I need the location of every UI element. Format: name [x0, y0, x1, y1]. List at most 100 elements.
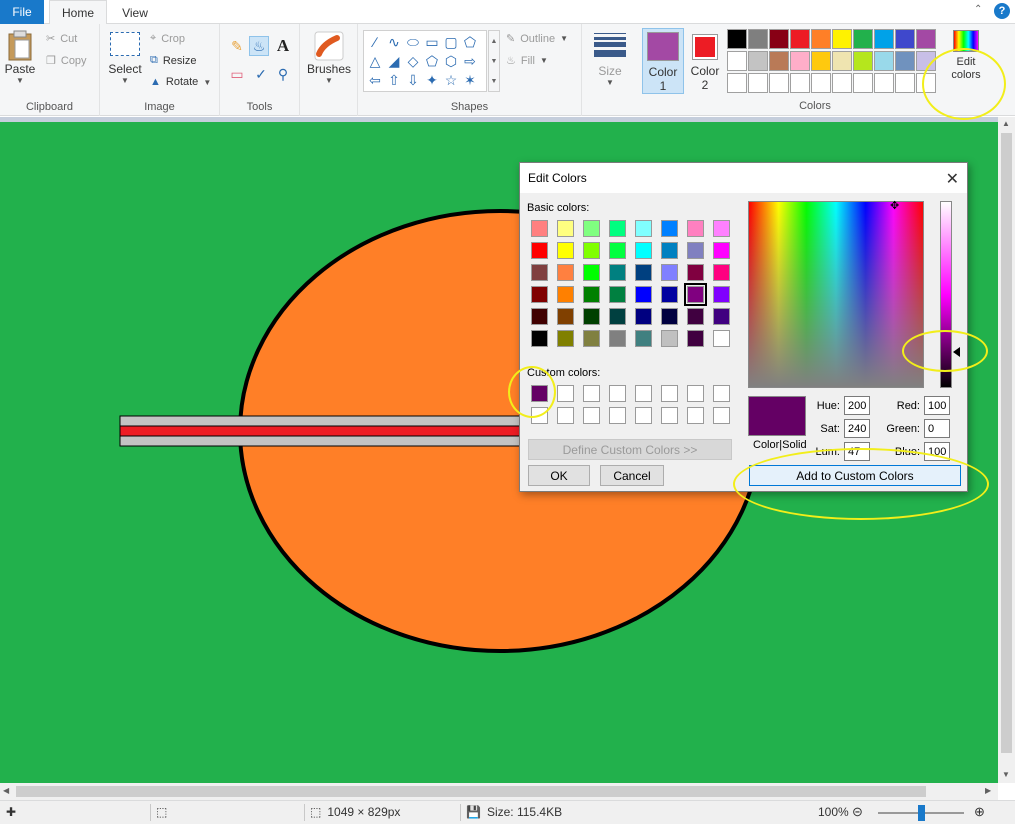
custom-color-cell[interactable]	[687, 407, 704, 424]
palette-color-cell[interactable]	[853, 29, 873, 49]
basic-color-cell[interactable]	[713, 220, 730, 237]
fill-dropdown-icon[interactable]: ▼	[540, 56, 548, 65]
expand-gallery-icon[interactable]: ▼	[491, 78, 498, 85]
scroll-left-arrow-icon[interactable]: ◀	[3, 786, 9, 795]
basic-color-cell[interactable]	[661, 330, 678, 347]
scroll-up-arrow-icon[interactable]: ▲	[1002, 119, 1010, 128]
basic-color-cell[interactable]	[531, 330, 548, 347]
paste-button[interactable]: Paste ▼	[4, 30, 36, 85]
luminosity-arrow-icon[interactable]	[953, 347, 960, 357]
basic-color-cell[interactable]	[609, 308, 626, 325]
vertical-scroll-thumb[interactable]	[1001, 133, 1012, 753]
select-button[interactable]: Select ▼	[106, 32, 144, 85]
basic-color-cell[interactable]	[609, 220, 626, 237]
down-arrow-shape-icon[interactable]: ⇩	[404, 71, 422, 89]
palette-color-cell[interactable]	[874, 51, 894, 71]
palette-color-cell[interactable]	[853, 73, 873, 93]
palette-color-cell[interactable]	[874, 29, 894, 49]
polygon-shape-icon[interactable]: ⬠	[461, 33, 479, 51]
palette-color-cell[interactable]	[916, 51, 936, 71]
green-field[interactable]: 0	[924, 419, 950, 438]
palette-color-cell[interactable]	[769, 73, 789, 93]
palette-color-cell[interactable]	[790, 73, 810, 93]
palette-color-cell[interactable]	[727, 29, 747, 49]
basic-color-cell[interactable]	[661, 308, 678, 325]
basic-color-cell[interactable]	[635, 220, 652, 237]
hue-field[interactable]: 200	[844, 396, 870, 415]
brushes-dropdown-icon[interactable]: ▼	[325, 76, 333, 85]
custom-color-cell[interactable]	[661, 407, 678, 424]
custom-color-cell[interactable]	[687, 385, 704, 402]
triangle-shape-icon[interactable]: △	[366, 52, 384, 70]
magnifier-icon[interactable]: ⚲	[273, 64, 293, 84]
palette-color-cell[interactable]	[832, 29, 852, 49]
palette-color-cell[interactable]	[895, 29, 915, 49]
hexagon-shape-icon[interactable]: ⬡	[442, 52, 460, 70]
basic-color-cell[interactable]	[557, 308, 574, 325]
scroll-right-arrow-icon[interactable]: ▶	[985, 786, 991, 795]
zoom-slider-thumb[interactable]	[918, 805, 925, 821]
basic-color-cell[interactable]	[531, 308, 548, 325]
custom-color-cell[interactable]	[635, 407, 652, 424]
basic-color-cell[interactable]	[661, 242, 678, 259]
basic-color-cell[interactable]	[635, 264, 652, 281]
basic-color-cell[interactable]	[713, 308, 730, 325]
add-to-custom-colors-button[interactable]: Add to Custom Colors	[749, 465, 961, 486]
fill-bucket-icon[interactable]: ♨	[249, 36, 269, 56]
ok-button[interactable]: OK	[528, 465, 590, 486]
resize-button[interactable]: ⧉ Resize	[150, 54, 196, 67]
basic-color-cell[interactable]	[713, 286, 730, 303]
basic-color-cell[interactable]	[557, 264, 574, 281]
rectangle-shape-icon[interactable]: ▭	[423, 33, 441, 51]
basic-color-cell[interactable]	[583, 330, 600, 347]
custom-color-cell[interactable]	[557, 407, 574, 424]
basic-color-cell[interactable]	[557, 330, 574, 347]
basic-color-cell[interactable]	[531, 242, 548, 259]
right-arrow-shape-icon[interactable]: ⇨	[461, 52, 479, 70]
palette-color-cell[interactable]	[748, 73, 768, 93]
text-tool-icon[interactable]: A	[273, 36, 293, 56]
custom-color-cell[interactable]	[609, 385, 626, 402]
basic-color-cell[interactable]	[557, 220, 574, 237]
crop-button[interactable]: ⌖ Crop	[150, 32, 185, 45]
basic-color-cell[interactable]	[583, 308, 600, 325]
basic-color-cell[interactable]	[583, 220, 600, 237]
palette-color-cell[interactable]	[916, 73, 936, 93]
edit-colors-button[interactable]: Edit colors	[944, 30, 988, 82]
palette-color-cell[interactable]	[748, 51, 768, 71]
horizontal-scrollbar[interactable]: ◀ ▶	[0, 783, 998, 800]
basic-color-cell[interactable]	[713, 330, 730, 347]
custom-color-cell[interactable]	[583, 407, 600, 424]
basic-color-cell[interactable]	[713, 264, 730, 281]
basic-color-cell[interactable]	[609, 264, 626, 281]
vertical-scrollbar[interactable]: ▲ ▼	[998, 117, 1015, 783]
custom-color-cell[interactable]	[583, 385, 600, 402]
basic-color-cell[interactable]	[635, 242, 652, 259]
palette-color-cell[interactable]	[769, 29, 789, 49]
zoom-slider[interactable]	[878, 805, 964, 821]
basic-color-cell[interactable]	[635, 330, 652, 347]
horizontal-scroll-thumb[interactable]	[16, 786, 926, 797]
pencil-icon[interactable]: ✎	[227, 36, 247, 56]
custom-color-cell[interactable]	[531, 407, 548, 424]
rotate-button[interactable]: ▲ Rotate ▼	[150, 76, 211, 88]
zoom-in-icon[interactable]: ⊕	[974, 804, 985, 820]
tab-file[interactable]: File	[0, 0, 44, 24]
basic-color-cell[interactable]	[687, 264, 704, 281]
red-field[interactable]: 100	[924, 396, 950, 415]
custom-color-cell[interactable]	[609, 407, 626, 424]
basic-color-cell[interactable]	[687, 220, 704, 237]
size-dropdown-icon[interactable]: ▼	[606, 78, 614, 87]
basic-color-cell[interactable]	[609, 286, 626, 303]
palette-color-cell[interactable]	[895, 51, 915, 71]
right-triangle-shape-icon[interactable]: ◢	[385, 52, 403, 70]
basic-color-cell[interactable]	[583, 242, 600, 259]
copy-button[interactable]: ❐ Copy	[46, 54, 87, 68]
basic-color-cell[interactable]	[661, 220, 678, 237]
basic-color-cell[interactable]	[583, 264, 600, 281]
select-dropdown-icon[interactable]: ▼	[121, 76, 129, 85]
oval-shape-icon[interactable]: ⬭	[404, 33, 422, 51]
collapse-ribbon-icon[interactable]: ⌃	[974, 4, 982, 15]
custom-color-cell[interactable]	[557, 385, 574, 402]
palette-color-cell[interactable]	[895, 73, 915, 93]
